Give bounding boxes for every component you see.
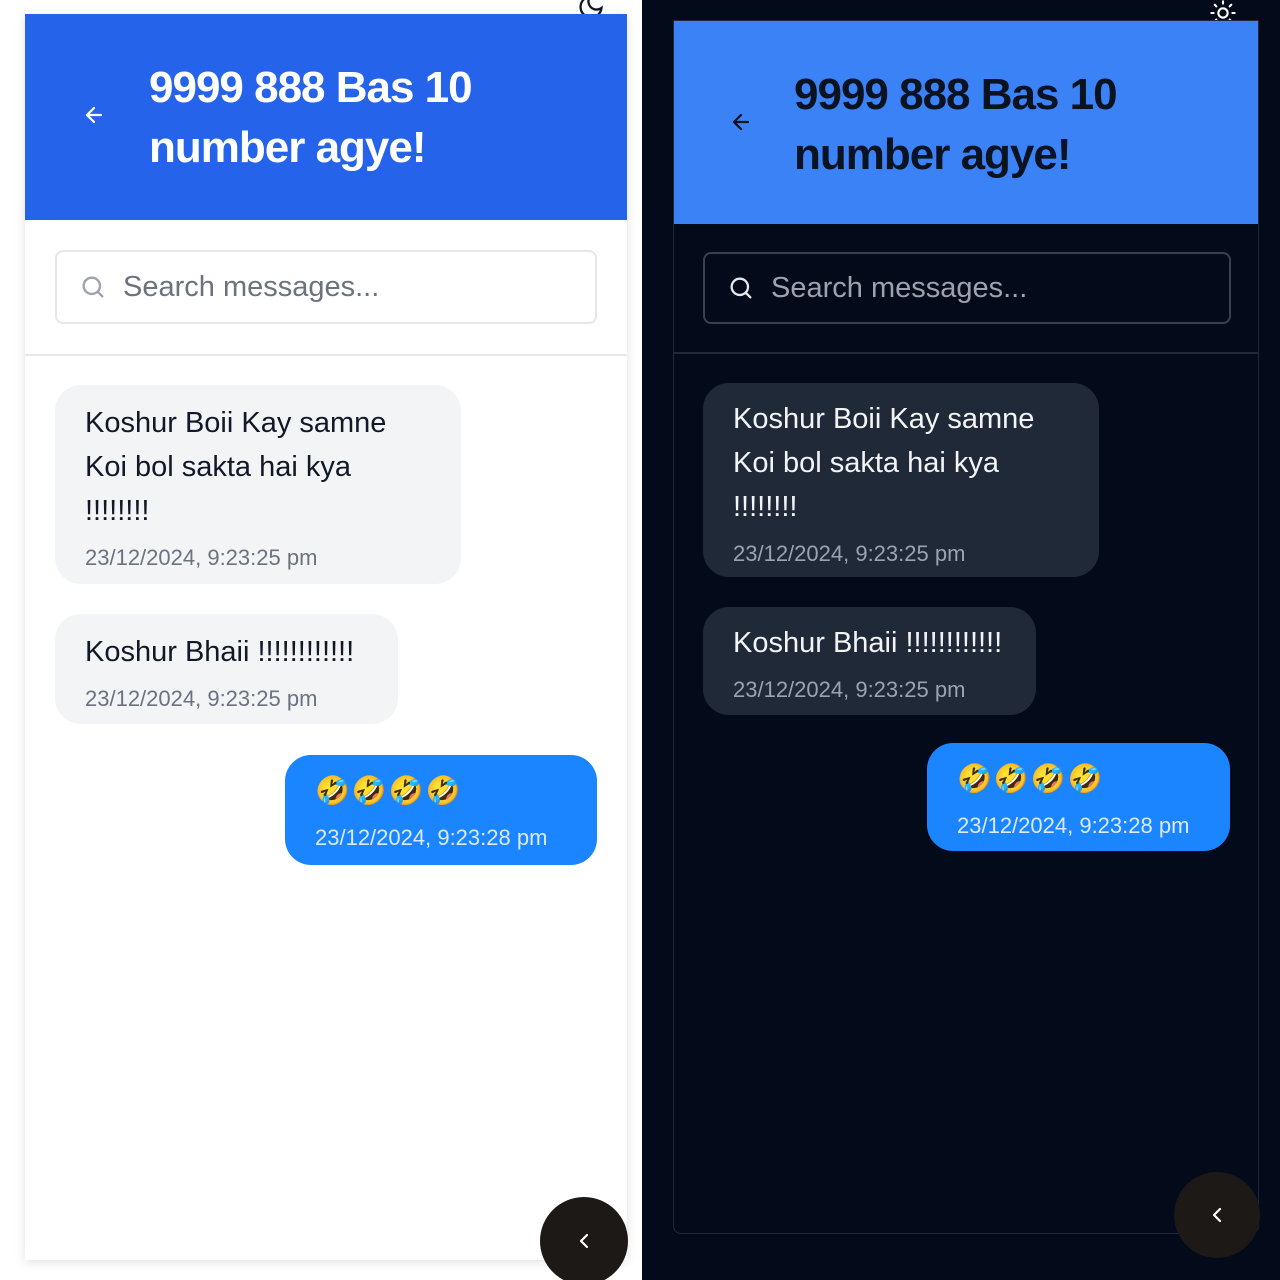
chat-title: 9999 888 Bas 10 number agye!: [794, 70, 1118, 179]
message-text: Koshur Bhaii !!!!!!!!!!!!: [85, 636, 355, 668]
arrow-left-icon: [729, 110, 753, 139]
message-bubble-received: Koshur Boii Kay samne Koi bol sakta hai …: [55, 385, 461, 584]
message-timestamp: 23/12/2024, 9:23:25 pm: [733, 541, 966, 566]
message-timestamp: 23/12/2024, 9:23:25 pm: [733, 677, 966, 702]
chat-header: 9999 888 Bas 10 number agye!: [25, 14, 627, 220]
message-timestamp: 23/12/2024, 9:23:25 pm: [85, 545, 318, 570]
chat-window: 9999 888 Bas 10 number agye! Koshur Boii…: [25, 14, 627, 1260]
search-icon: [82, 276, 104, 298]
message-text: 🤣🤣🤣🤣: [957, 763, 1105, 794]
light-mode-panel: 9999 888 Bas 10 number agye! Koshur Boii…: [0, 0, 642, 1280]
message-text: 🤣🤣🤣🤣: [315, 775, 463, 806]
message-text: Koshur Boii Kay samne Koi bol sakta hai …: [733, 403, 1035, 523]
search-box[interactable]: [55, 250, 597, 324]
chat-window: 9999 888 Bas 10 number agye! Koshur Boii…: [673, 20, 1259, 1234]
message-timestamp: 23/12/2024, 9:23:25 pm: [85, 686, 318, 711]
back-button[interactable]: [719, 102, 763, 146]
back-button[interactable]: [72, 95, 116, 139]
message-text: Koshur Boii Kay samne Koi bol sakta hai …: [85, 407, 387, 527]
message-timestamp: 23/12/2024, 9:23:28 pm: [957, 813, 1190, 838]
search-section: [25, 220, 627, 356]
message-text: Koshur Bhaii !!!!!!!!!!!!: [733, 627, 1003, 659]
chevron-left-icon: [579, 1233, 589, 1249]
message-bubble-received: Koshur Bhaii !!!!!!!!!!!! 23/12/2024, 9:…: [55, 614, 398, 724]
search-section: [674, 224, 1258, 354]
arrow-left-icon: [82, 103, 106, 132]
chevron-left-icon: [1212, 1207, 1222, 1223]
message-timestamp: 23/12/2024, 9:23:28 pm: [315, 825, 548, 850]
chat-header: 9999 888 Bas 10 number agye!: [674, 21, 1258, 224]
search-icon: [730, 277, 752, 299]
message-bubble-sent: 🤣🤣🤣🤣 23/12/2024, 9:23:28 pm: [927, 743, 1230, 851]
chat-title: 9999 888 Bas 10 number agye!: [149, 63, 473, 172]
search-input[interactable]: [771, 271, 1213, 305]
dark-mode-panel: 9999 888 Bas 10 number agye! Koshur Boii…: [642, 0, 1280, 1280]
collapse-button[interactable]: [1174, 1172, 1260, 1258]
collapse-button[interactable]: [540, 1197, 628, 1280]
message-bubble-sent: 🤣🤣🤣🤣 23/12/2024, 9:23:28 pm: [285, 755, 597, 865]
message-bubble-received: Koshur Bhaii !!!!!!!!!!!! 23/12/2024, 9:…: [703, 607, 1036, 715]
search-box[interactable]: [703, 252, 1231, 324]
message-bubble-received: Koshur Boii Kay samne Koi bol sakta hai …: [703, 383, 1099, 577]
search-input[interactable]: [123, 270, 579, 304]
